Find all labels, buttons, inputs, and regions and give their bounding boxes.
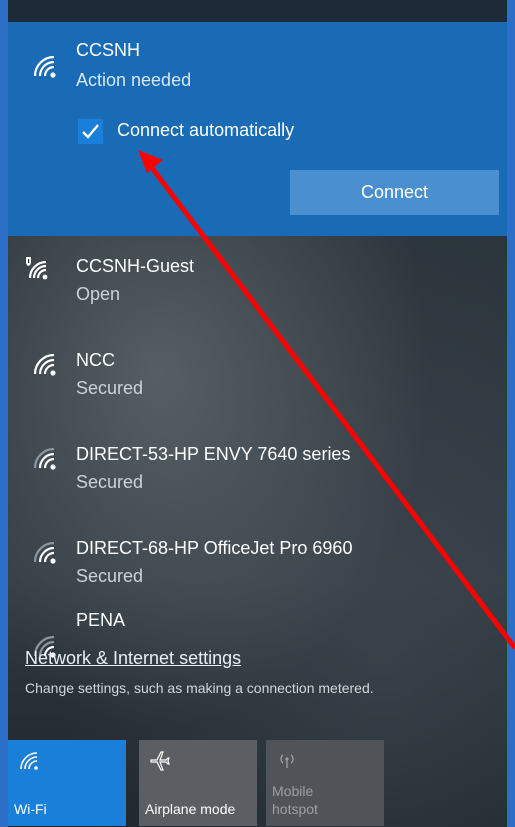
network-item-direct-53[interactable]: DIRECT-53-HP ENVY 7640 series Secured <box>8 424 507 518</box>
tile-label: Mobile hotspot <box>272 782 318 818</box>
mobile-hotspot-tile[interactable]: Mobile hotspot <box>266 740 384 826</box>
network-status: Open <box>76 284 121 304</box>
network-status: Action needed <box>76 70 192 90</box>
tile-label: Wi-Fi <box>14 801 47 817</box>
tile-label: Airplane mode <box>145 801 236 817</box>
wifi-icon <box>32 540 58 566</box>
network-name: DIRECT-68-HP OfficeJet Pro 6960 <box>76 538 353 558</box>
network-status: Secured <box>76 378 144 398</box>
network-name: PENA <box>76 610 126 630</box>
network-item-ccsnh-guest[interactable]: CCSNH-Guest Open <box>8 236 507 330</box>
network-status: Secured <box>76 472 144 492</box>
network-name: CCSNH <box>76 40 141 60</box>
tile-label-line: hotspot <box>272 801 318 817</box>
network-name: NCC <box>76 350 115 370</box>
connect-button[interactable]: Connect <box>290 170 499 215</box>
network-item-selected[interactable]: CCSNH Action needed Connect automaticall… <box>8 22 507 236</box>
checkmark-icon <box>82 124 99 139</box>
wifi-shield-icon <box>24 256 50 282</box>
wifi-tile[interactable]: Wi-Fi <box>8 740 126 826</box>
wifi-icon <box>32 54 58 80</box>
settings-description: Change settings, such as making a connec… <box>25 680 374 696</box>
network-item-pena[interactable]: PENA <box>8 610 507 658</box>
wifi-icon <box>18 750 40 772</box>
wifi-icon <box>32 352 58 378</box>
network-flyout: CCSNH Action needed Connect automaticall… <box>8 0 507 827</box>
network-internet-settings-link[interactable]: Network & Internet settings <box>25 648 241 669</box>
airplane-mode-tile[interactable]: Airplane mode <box>139 740 257 826</box>
connect-automatically-label: Connect automatically <box>117 120 295 140</box>
network-item-direct-68[interactable]: DIRECT-68-HP OfficeJet Pro 6960 Secured <box>8 518 507 612</box>
hotspot-icon <box>276 750 298 772</box>
connect-automatically-checkbox[interactable] <box>78 119 103 144</box>
airplane-icon <box>149 750 171 772</box>
network-name: CCSNH-Guest <box>76 256 195 276</box>
network-item-ncc[interactable]: NCC Secured <box>8 330 507 424</box>
tile-label-line: Mobile <box>272 783 314 799</box>
wifi-icon <box>32 446 58 472</box>
network-status: Secured <box>76 566 144 586</box>
network-name: DIRECT-53-HP ENVY 7640 series <box>76 444 351 464</box>
flyout-top-strip <box>8 0 507 22</box>
